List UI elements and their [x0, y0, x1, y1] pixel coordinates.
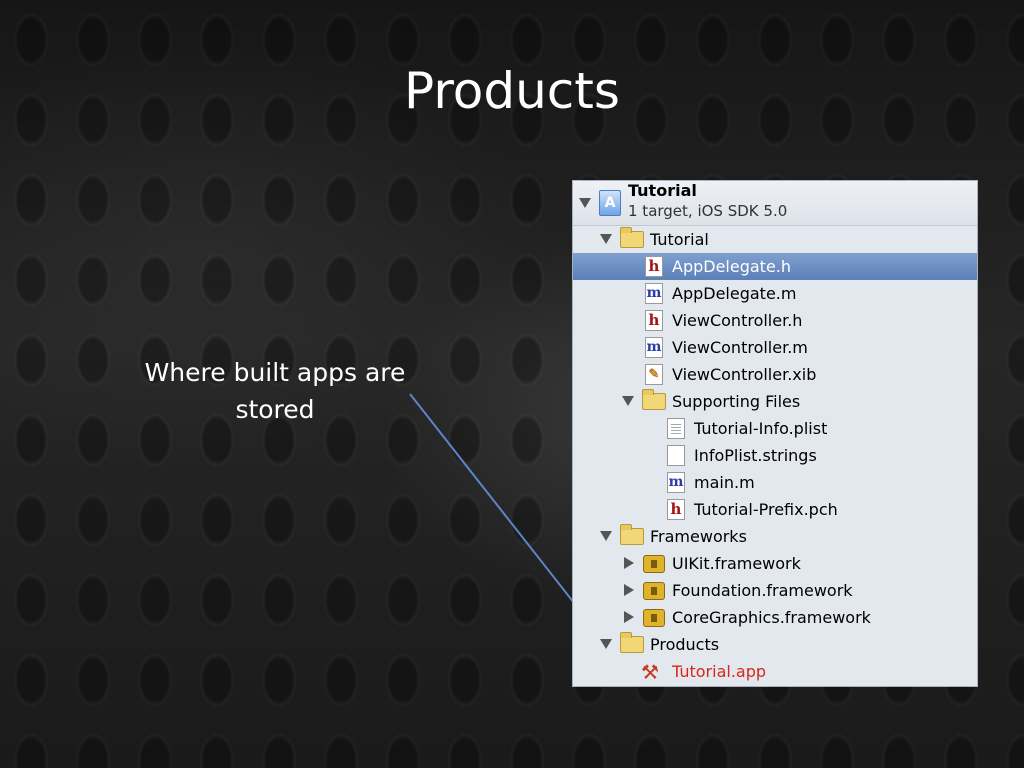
- implementation-file-icon: m: [645, 337, 663, 358]
- xib-file-icon: ✎: [645, 364, 663, 385]
- disclosure-triangle-icon[interactable]: [600, 531, 612, 541]
- header-file-icon: h: [645, 256, 663, 277]
- list-item[interactable]: ⚒ Tutorial.app: [573, 658, 977, 685]
- list-item[interactable]: Tutorial: [573, 226, 977, 253]
- list-item[interactable]: CoreGraphics.framework: [573, 604, 977, 631]
- disclosure-triangle-icon[interactable]: [579, 198, 591, 208]
- item-label: AppDelegate.m: [672, 284, 797, 303]
- list-item[interactable]: Frameworks: [573, 523, 977, 550]
- item-label: CoreGraphics.framework: [672, 608, 871, 627]
- folder-icon: [620, 632, 644, 653]
- item-label: InfoPlist.strings: [694, 446, 817, 465]
- list-item[interactable]: h ViewController.h: [573, 307, 977, 334]
- plist-file-icon: [667, 418, 685, 439]
- list-item[interactable]: m main.m: [573, 469, 977, 496]
- list-item[interactable]: InfoPlist.strings: [573, 442, 977, 469]
- list-item[interactable]: m ViewController.m: [573, 334, 977, 361]
- framework-icon: [643, 609, 665, 627]
- header-file-icon: h: [667, 499, 685, 520]
- disclosure-triangle-icon[interactable]: [622, 396, 634, 406]
- disclosure-triangle-icon[interactable]: [624, 611, 634, 623]
- item-label: Products: [650, 635, 720, 654]
- item-label: ViewController.m: [672, 338, 808, 357]
- item-label: main.m: [694, 473, 755, 492]
- list-item-selected[interactable]: h AppDelegate.h: [573, 253, 977, 280]
- slide-background: Products Where built apps are stored A T…: [0, 0, 1024, 768]
- item-label: ViewController.xib: [672, 365, 817, 384]
- list-item[interactable]: UIKit.framework: [573, 550, 977, 577]
- project-name: Tutorial: [628, 181, 697, 200]
- list-item[interactable]: h Tutorial-Prefix.pch: [573, 496, 977, 523]
- disclosure-triangle-icon[interactable]: [624, 584, 634, 596]
- framework-icon: [643, 582, 665, 600]
- item-label: ViewController.h: [672, 311, 803, 330]
- item-label: Supporting Files: [672, 392, 801, 411]
- app-icon: ⚒: [641, 660, 659, 684]
- project-subtitle: 1 target, iOS SDK 5.0: [628, 202, 788, 220]
- item-label: Tutorial.app: [672, 662, 767, 681]
- list-item[interactable]: ✎ ViewController.xib: [573, 361, 977, 388]
- project-navigator[interactable]: A Tutorial 1 target, iOS SDK 5.0 Tutoria…: [572, 180, 978, 687]
- item-label: Frameworks: [650, 527, 747, 546]
- disclosure-triangle-icon[interactable]: [600, 234, 612, 244]
- disclosure-triangle-icon[interactable]: [624, 557, 634, 569]
- list-item[interactable]: Products: [573, 631, 977, 658]
- project-row[interactable]: A Tutorial 1 target, iOS SDK 5.0: [573, 181, 977, 226]
- implementation-file-icon: m: [667, 472, 685, 493]
- list-item[interactable]: Foundation.framework: [573, 577, 977, 604]
- strings-file-icon: [667, 445, 685, 466]
- folder-icon: [620, 524, 644, 545]
- item-label: UIKit.framework: [672, 554, 801, 573]
- list-item[interactable]: Supporting Files: [573, 388, 977, 415]
- item-label: Tutorial-Prefix.pch: [694, 500, 838, 519]
- item-label: Tutorial: [650, 230, 709, 249]
- framework-icon: [643, 555, 665, 573]
- disclosure-triangle-icon[interactable]: [600, 639, 612, 649]
- item-label: Foundation.framework: [672, 581, 853, 600]
- header-file-icon: h: [645, 310, 663, 331]
- item-label: Tutorial-Info.plist: [694, 419, 828, 438]
- folder-icon: [620, 227, 644, 248]
- xcode-project-icon: A: [599, 190, 621, 216]
- folder-icon: [642, 389, 666, 410]
- item-label: AppDelegate.h: [672, 257, 792, 276]
- implementation-file-icon: m: [645, 283, 663, 304]
- list-item[interactable]: Tutorial-Info.plist: [573, 415, 977, 442]
- list-item[interactable]: m AppDelegate.m: [573, 280, 977, 307]
